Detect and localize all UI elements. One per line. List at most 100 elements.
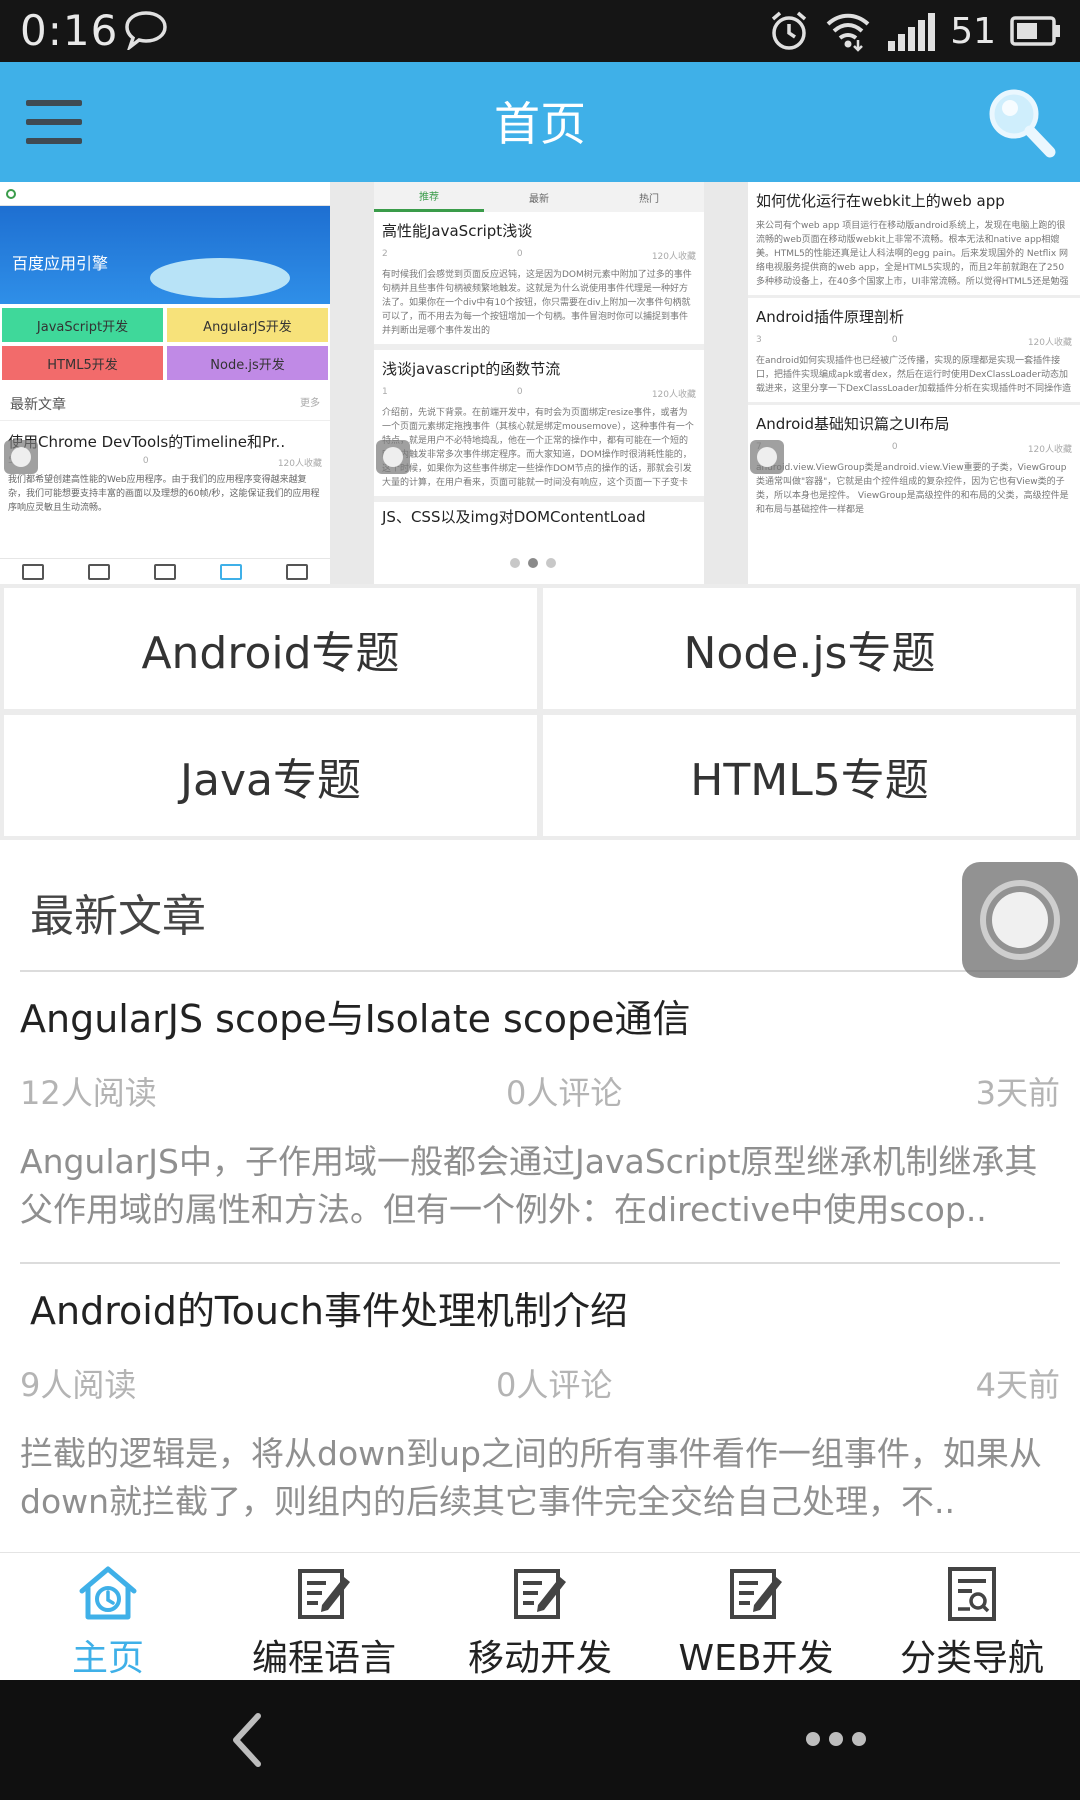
mini-tab-latest: 最新 <box>529 193 549 205</box>
mini-post-meta: 3 0 120人收藏 <box>756 335 1072 348</box>
floating-touch-icon <box>376 440 410 474</box>
mini-meta-likes: 3 <box>756 335 762 345</box>
tab-mobile-dev[interactable]: 移动开发 <box>432 1553 648 1680</box>
floating-touch-icon <box>750 440 784 474</box>
mini-category-grid: JavaScript开发 AngularJS开发 HTML5开发 Node.js… <box>0 304 330 384</box>
mini-post: Android基础知识篇之UI布局 7 0 120人收藏 android.vie… <box>748 405 1080 523</box>
mini-tab-icon <box>88 563 110 580</box>
tab-label: 编程语言 <box>251 1638 396 1679</box>
latest-section-title: 最新文章 <box>30 891 206 942</box>
topic-nodejs[interactable]: Node.js专题 <box>543 588 1076 709</box>
mini-article-text: 我们都希望创建高性能的Web应用程序。由于我们的应用程序变得越来越复杂，我们可能… <box>8 475 320 513</box>
article-comments: 0人评论 <box>496 1366 613 1404</box>
article-reads: 12人阅读 <box>20 1074 157 1112</box>
mini-meta-favs: 120人收藏 <box>277 459 322 469</box>
page-title: 首页 <box>494 97 586 151</box>
logo-icon <box>6 188 16 199</box>
floating-touch-icon <box>4 440 38 474</box>
mini-meta-favs: 120人收藏 <box>651 252 696 262</box>
banner-slide-3[interactable]: 如何优化运行在webkit上的web app 来公司有个web app 项目运行… <box>748 182 1080 584</box>
wifi-icon <box>826 13 870 52</box>
topic-java[interactable]: Java专题 <box>4 715 537 836</box>
status-icons: 51 <box>768 8 1062 54</box>
search-icon[interactable] <box>984 84 1056 158</box>
mini-post-title: 如何优化运行在webkit上的web app <box>756 192 1005 210</box>
hero-illustration <box>150 258 290 298</box>
article-summary: 拦截的逻辑是，将从down到up之间的所有事件看作一组事件，如果从down就拦截… <box>20 1434 1042 1521</box>
carousel-dot[interactable] <box>510 558 520 568</box>
article-time: 4天前 <box>975 1366 1060 1404</box>
article-item[interactable]: Android的Touch事件处理机制介绍 9人阅读 0人评论 4天前 拦截的逻… <box>20 1284 1060 1526</box>
mini-hero: 百度应用引擎 <box>0 206 330 304</box>
tab-label: 分类导航 <box>899 1638 1044 1679</box>
mini-meta-favs: 120人收藏 <box>1027 445 1072 455</box>
mini-meta-comments: 0 <box>516 387 523 397</box>
tab-home[interactable]: 主页 <box>0 1553 216 1680</box>
article-meta: 9人阅读 0人评论 4天前 <box>20 1360 1060 1414</box>
chat-icon <box>125 11 167 50</box>
article-time: 3天前 <box>975 1074 1060 1112</box>
mini-post: 浅谈javascript的函数节流 1 0 120人收藏 介绍前，先说下背景。在… <box>374 350 704 502</box>
mini-meta-comments: 0 <box>142 456 149 466</box>
assistive-touch-core <box>992 892 1048 948</box>
tab-category-nav[interactable]: 分类导航 <box>864 1553 1080 1680</box>
assistive-touch-button[interactable] <box>962 862 1078 978</box>
home-icon <box>79 1566 137 1620</box>
divider <box>20 970 1060 972</box>
tab-label: 移动开发 <box>467 1638 612 1679</box>
article-comments: 0人评论 <box>506 1074 623 1112</box>
edit-document-icon <box>298 1569 350 1619</box>
tab-programming[interactable]: 编程语言 <box>216 1553 432 1680</box>
mini-post-text: 来公司有个web app 项目运行在移动版android系统上，发现在电脑上跑的… <box>756 221 1069 287</box>
mini-meta-comments: 0 <box>891 335 898 345</box>
mini-meta-favs: 120人收藏 <box>1027 338 1072 348</box>
carousel-dot-active[interactable] <box>528 558 538 568</box>
mini-post-text: 有时候我们会感觉到页面反应迟钝，这是因为DOM树元素中附加了过多的事件句柄并且些… <box>382 270 692 336</box>
tab-web-dev[interactable]: WEB开发 <box>648 1553 864 1680</box>
article-title: Android的Touch事件处理机制介绍 <box>30 1289 628 1333</box>
mini-post-title: JS、CSS以及img对DOMContentLoad <box>382 508 646 526</box>
mini-category: JavaScript开发 <box>2 308 163 342</box>
carousel-dot[interactable] <box>546 558 556 568</box>
topic-html5[interactable]: HTML5专题 <box>543 715 1076 836</box>
mini-tab-icon <box>22 563 44 580</box>
mini-article-meta: 5 0 120人收藏 <box>0 456 330 469</box>
mini-post-title: 高性能JavaScript浅谈 <box>382 222 533 240</box>
mini-post: Android插件原理剖析 3 0 120人收藏 在android如何实现插件也… <box>748 298 1080 405</box>
tab-label: WEB开发 <box>678 1638 834 1679</box>
banner-slide-2[interactable]: 推荐 最新 热门 高性能JavaScript浅谈 2 0 120人收藏 有时候我… <box>374 182 704 584</box>
mini-category: AngularJS开发 <box>167 308 328 342</box>
back-icon[interactable] <box>220 1710 280 1770</box>
mini-section-title: 最新文章 <box>10 397 66 413</box>
mini-post-title: Android插件原理剖析 <box>756 308 904 326</box>
banner-carousel[interactable]: 百度应用引擎 JavaScript开发 AngularJS开发 HTML5开发 … <box>0 182 1080 584</box>
topic-grid: Android专题 Node.js专题 Java专题 HTML5专题 <box>0 584 1080 840</box>
tab-label: 主页 <box>71 1638 144 1679</box>
mini-tab-icon <box>220 563 242 580</box>
mini-meta-likes: 1 <box>382 387 388 397</box>
mini-category: HTML5开发 <box>2 346 163 380</box>
mini-tabbar <box>0 558 330 584</box>
article-summary: AngularJS中，子作用域一般都会通过JavaScript原型继承机制继承其… <box>20 1142 1038 1229</box>
mini-post-title: Android基础知识篇之UI布局 <box>756 415 950 433</box>
category-list-icon <box>948 1567 996 1621</box>
app-bar: 首页 <box>0 62 1080 182</box>
status-time: 0:16 <box>20 6 119 55</box>
more-options-icon[interactable] <box>806 1732 866 1748</box>
mini-tab-icon <box>286 563 308 580</box>
alarm-icon <box>772 11 807 50</box>
banner-slide-1[interactable]: 百度应用引擎 JavaScript开发 AngularJS开发 HTML5开发 … <box>0 182 330 584</box>
mini-meta-comments: 0 <box>891 442 898 452</box>
mini-meta-comments: 0 <box>516 249 523 259</box>
article-title: AngularJS scope与Isolate scope通信 <box>20 997 691 1041</box>
mini-post-text: 介绍前，先说下背景。在前端开发中，有时会为页面绑定resize事件，或者为一个页… <box>382 408 694 488</box>
mini-tabs: 推荐 最新 热门 <box>374 182 704 212</box>
mini-post-meta: 2 0 120人收藏 <box>382 249 696 262</box>
edit-document-icon <box>730 1569 782 1619</box>
mini-meta-likes: 2 <box>382 249 388 259</box>
article-item[interactable]: AngularJS scope与Isolate scope通信 12人阅读 0人… <box>20 992 1060 1234</box>
topic-android[interactable]: Android专题 <box>4 588 537 709</box>
mini-post: 高性能JavaScript浅谈 2 0 120人收藏 有时候我们会感觉到页面反应… <box>374 212 704 350</box>
carousel-indicator[interactable] <box>510 558 556 568</box>
status-bar: 0:16 51 <box>0 0 1080 62</box>
